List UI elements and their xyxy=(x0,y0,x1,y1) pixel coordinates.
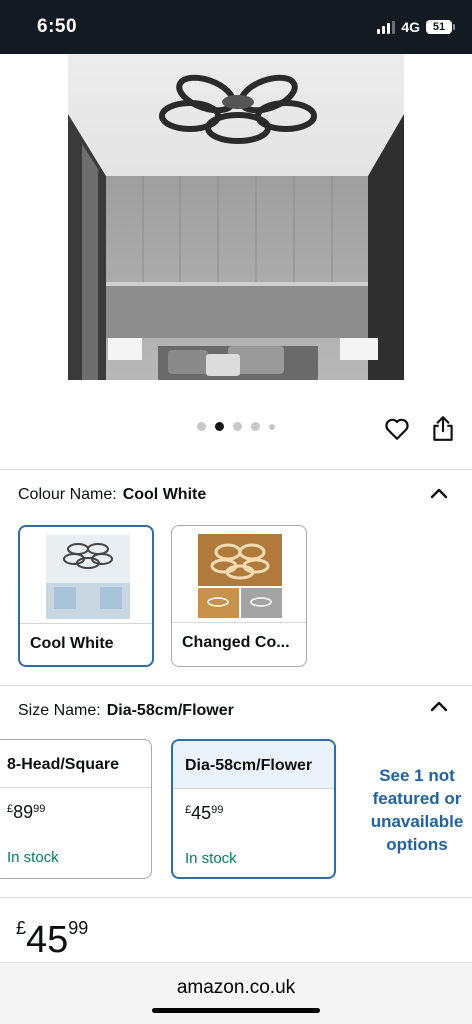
colour-option-label: Cool White xyxy=(30,635,114,652)
heart-icon[interactable] xyxy=(384,416,410,442)
price-fraction: 99 xyxy=(211,804,224,816)
signal-icon xyxy=(377,20,396,34)
product-photo xyxy=(68,54,404,380)
colour-option-cool-white[interactable]: Cool White xyxy=(18,525,154,667)
price-whole: 45 xyxy=(191,803,212,823)
home-indicator[interactable] xyxy=(152,1008,320,1013)
colour-name-label: Colour Name: Cool White xyxy=(18,486,206,504)
swatch-image xyxy=(198,534,282,618)
size-option-price: £4599 xyxy=(185,803,334,824)
carousel-dot[interactable] xyxy=(197,422,206,431)
carousel-dot[interactable] xyxy=(251,422,260,431)
price-whole: 45 xyxy=(26,919,69,961)
share-icon[interactable] xyxy=(430,414,456,442)
size-option-dia-58cm-flower[interactable]: Dia-58cm/Flower £4599 In stock xyxy=(171,739,336,879)
chevron-up-icon[interactable] xyxy=(430,486,448,499)
size-option-8-head-square[interactable]: 8-Head/Square £8999 In stock xyxy=(0,739,152,879)
stock-status: In stock xyxy=(7,849,59,866)
divider xyxy=(0,469,472,470)
size-option-label: 8-Head/Square xyxy=(0,740,151,788)
status-indicators: 4G 51 xyxy=(377,19,455,35)
size-option-price: £8999 xyxy=(7,802,151,823)
swatch-image xyxy=(46,535,130,619)
colour-option-label: Changed Co... xyxy=(182,634,290,651)
carousel-dot[interactable] xyxy=(269,423,275,430)
size-option-label: Dia-58cm/Flower xyxy=(173,741,334,789)
status-bar: 6:50 4G 51 xyxy=(0,0,472,54)
divider xyxy=(0,897,472,898)
browser-url-bar[interactable]: amazon.co.uk xyxy=(0,962,472,1024)
colour-value: Cool White xyxy=(122,486,207,503)
swatch-divider xyxy=(20,623,152,624)
price-fraction: 99 xyxy=(33,803,46,815)
carousel-dot-active[interactable] xyxy=(215,422,224,431)
chevron-up-icon[interactable] xyxy=(430,699,448,712)
see-more-options-link[interactable]: See 1 not featured or unavailable option… xyxy=(362,764,472,856)
product-price: £4599 xyxy=(16,918,88,962)
divider xyxy=(0,685,472,686)
product-image[interactable] xyxy=(68,54,404,380)
swatch-divider xyxy=(172,622,306,623)
price-whole: 89 xyxy=(13,802,34,822)
price-fraction: 99 xyxy=(68,918,89,938)
url-domain: amazon.co.uk xyxy=(176,977,296,998)
size-label-text: Size Name: xyxy=(18,702,101,719)
colour-label-text: Colour Name: xyxy=(18,486,117,503)
size-value: Dia-58cm/Flower xyxy=(106,702,234,719)
status-time: 6:50 xyxy=(37,16,78,37)
colour-option-changed-colour[interactable]: Changed Co... xyxy=(171,525,307,667)
carousel-dot[interactable] xyxy=(233,422,242,431)
price-currency: £ xyxy=(16,918,27,938)
size-name-label: Size Name: Dia-58cm/Flower xyxy=(18,702,234,720)
battery-icon: 51 xyxy=(426,20,455,34)
stock-status: In stock xyxy=(185,850,237,867)
network-label: 4G xyxy=(401,19,420,35)
